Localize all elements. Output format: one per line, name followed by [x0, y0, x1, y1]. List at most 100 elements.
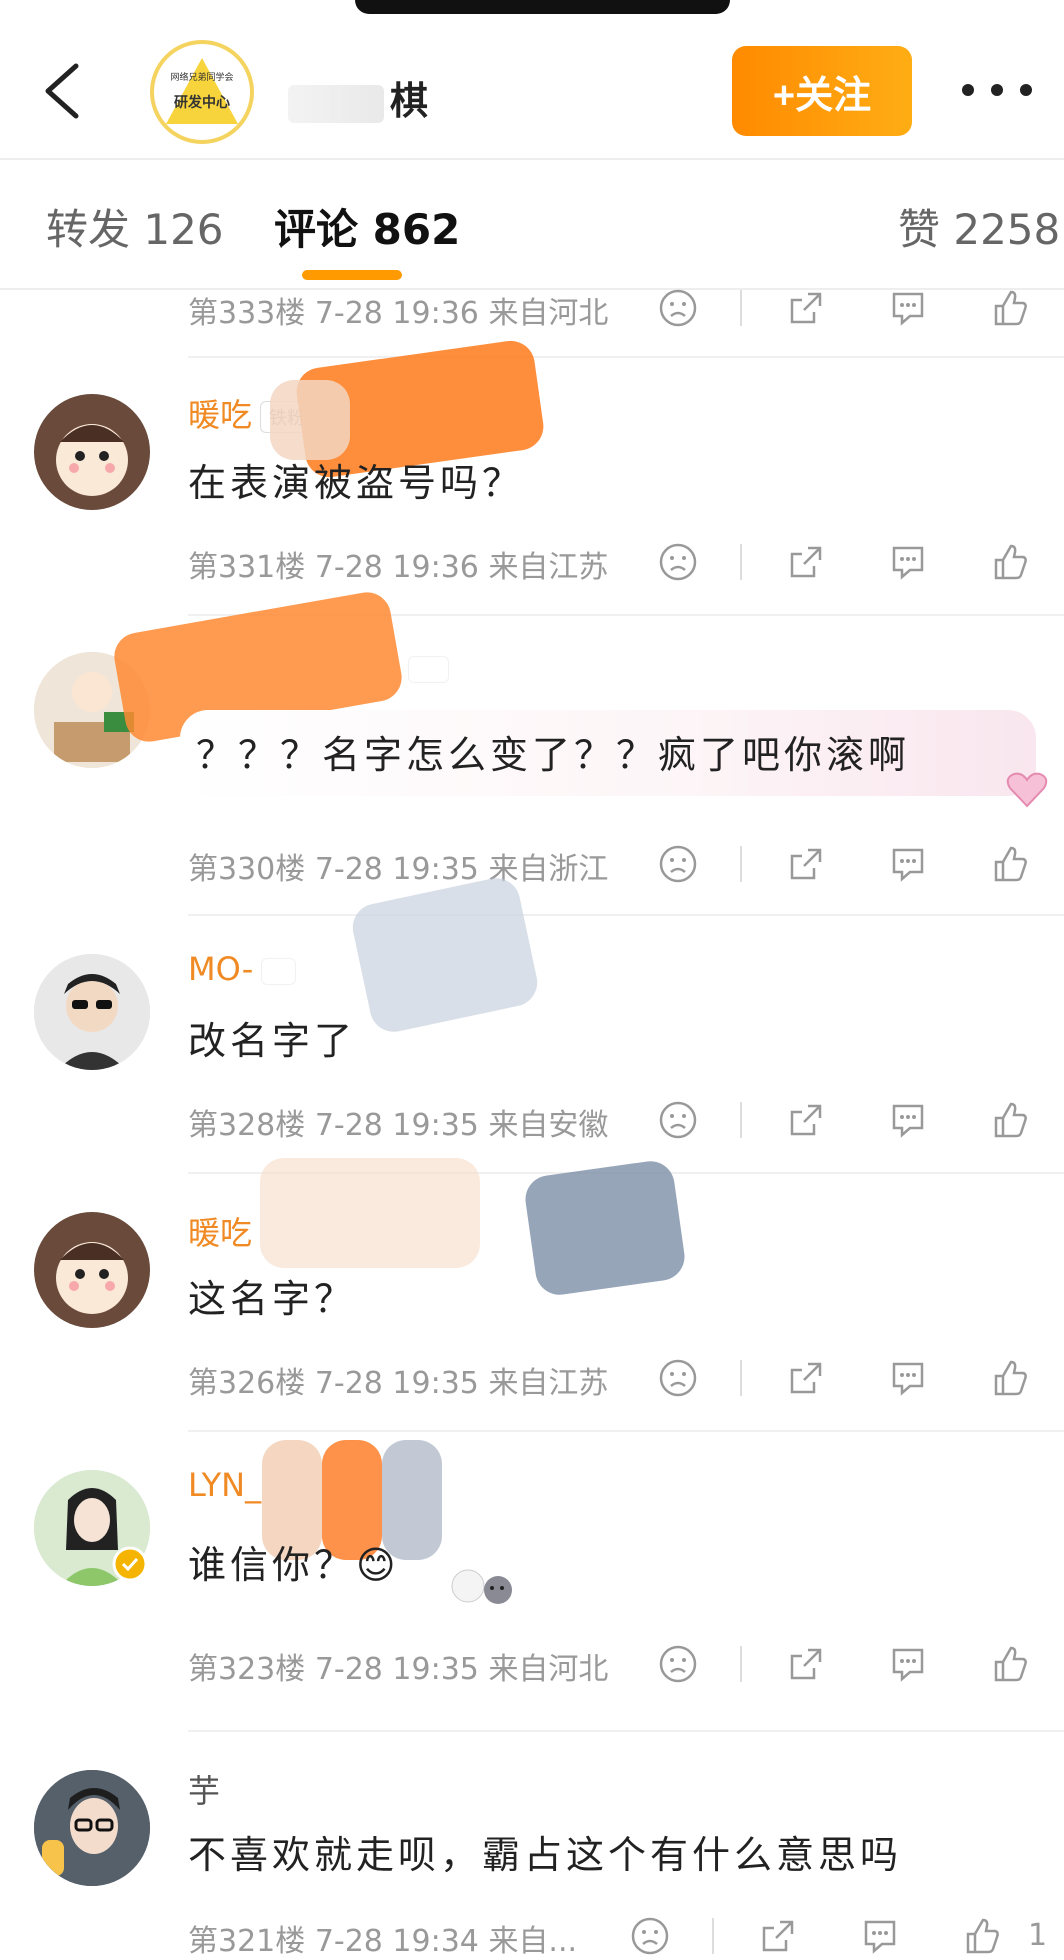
redaction-scribble [270, 380, 350, 460]
comment-text: 在表演被盗号吗？ [188, 461, 525, 505]
floor-number: 第328楼 [188, 1108, 306, 1143]
comment-item: 芋 不喜欢就走呗，霸占这个有什么意思吗 第321楼 7-28 19:34 来自.… [0, 1766, 1064, 1959]
comment-time: 7-28 19:36 [314, 296, 479, 331]
tab-comments[interactable]: 评论 862 [274, 196, 460, 257]
chevron-left-icon[interactable] [40, 62, 86, 120]
comment-text: 改名字了 [188, 1019, 357, 1063]
sad-face-icon[interactable] [630, 1916, 670, 1956]
sad-face-icon[interactable] [658, 542, 698, 582]
comment-icon[interactable] [888, 1100, 928, 1140]
share-icon[interactable] [786, 288, 826, 328]
share-icon[interactable] [786, 1358, 826, 1398]
comment-item: 暖吃铁粉 在表演被盗号吗？ 第331楼 7-28 19:36 来自江苏 [0, 337, 1064, 616]
comment-icon[interactable] [888, 844, 928, 884]
divider [740, 1102, 742, 1138]
username[interactable] [400, 648, 449, 686]
active-tab-indicator [302, 270, 402, 280]
tab-likes[interactable]: 赞 2258 [898, 196, 1060, 257]
divider [740, 290, 742, 326]
logo-triangle [166, 58, 238, 124]
comment-location: 来自... [488, 1924, 578, 1959]
thumbs-up-icon[interactable] [990, 1644, 1030, 1684]
username[interactable]: LYN_ [188, 1466, 261, 1504]
floor-number: 第330楼 [188, 852, 306, 887]
avatar[interactable] [34, 1212, 150, 1328]
redaction-scribble [522, 1158, 688, 1298]
account-name[interactable]: 棋 [288, 70, 428, 125]
sad-face-icon[interactable] [658, 844, 698, 884]
follow-button[interactable]: +关注 [732, 46, 912, 136]
comment-location: 来自河北 [488, 296, 609, 331]
comment-location: 来自河北 [488, 1652, 609, 1687]
header: 网络兄弟同学会 研发中心 棋 +关注 [0, 0, 1064, 160]
comment-location: 来自江苏 [488, 1366, 609, 1401]
floor-number: 第331楼 [188, 550, 306, 585]
divider [712, 1918, 714, 1954]
sad-face-icon[interactable] [658, 288, 698, 328]
thumbs-up-icon[interactable] [962, 1916, 1002, 1956]
thumbs-up-icon[interactable] [990, 844, 1030, 884]
share-icon[interactable] [786, 1644, 826, 1684]
redaction-scribble [260, 1158, 480, 1268]
comment-item: 暖吃 这名字？ 第326楼 7-28 19:35 来自江苏 [0, 1158, 1064, 1432]
verified-badge-icon [112, 1546, 148, 1582]
comment-item: ？？？名字怎么变了？？疯了吧你滚啊 第330楼 7-28 19:35 来自浙江 [0, 588, 1064, 918]
row-divider [188, 1430, 1064, 1432]
thumbs-up-icon[interactable] [990, 288, 1030, 328]
comment-meta: 第333楼 7-28 19:36 来自河北 [188, 288, 608, 332]
comment-meta: 第328楼 7-28 19:35 来自安徽 [188, 1100, 608, 1144]
comment-item: MO- 改名字了 第328楼 7-28 19:35 来自安徽 [0, 873, 1064, 1174]
divider [740, 846, 742, 882]
avatar[interactable] [34, 954, 150, 1070]
comment-text: 谁信你？😊 [188, 1543, 400, 1587]
share-icon[interactable] [786, 542, 826, 582]
comment-icon[interactable] [888, 1644, 928, 1684]
thumbs-up-icon[interactable] [990, 542, 1030, 582]
tab-repost[interactable]: 转发 126 [46, 196, 224, 257]
bear-sticker-icon [451, 1569, 512, 1604]
comment-time: 7-28 19:34 [314, 1924, 479, 1959]
sad-face-icon[interactable] [658, 1100, 698, 1140]
thumbs-up-icon[interactable] [990, 1100, 1030, 1140]
comment-time: 7-28 19:35 [314, 852, 479, 887]
row-divider [188, 914, 1064, 916]
share-icon[interactable] [758, 1916, 798, 1956]
comment-icon[interactable] [860, 1916, 900, 1956]
comment-time: 7-28 19:35 [314, 1108, 479, 1143]
row-divider [188, 356, 1064, 358]
logo-small-text: 网络兄弟同学会 [170, 73, 234, 83]
share-icon[interactable] [786, 844, 826, 884]
logo-text: 研发中心 [174, 95, 230, 111]
account-name-text: 棋 [390, 79, 429, 123]
comment-meta: 第330楼 7-28 19:35 来自浙江 [188, 844, 608, 888]
sad-face-icon[interactable] [658, 1358, 698, 1398]
comment-icon[interactable] [888, 288, 928, 328]
username[interactable]: 暖吃 [188, 1208, 252, 1254]
username[interactable]: MO- [188, 950, 297, 988]
username[interactable]: 芋 [188, 1766, 220, 1812]
comment-text: 这名字？ [188, 1277, 357, 1321]
account-avatar[interactable]: 网络兄弟同学会 研发中心 [150, 40, 254, 144]
comment-time: 7-28 19:35 [314, 1366, 479, 1401]
thumbs-up-icon[interactable] [990, 1358, 1030, 1398]
divider [740, 544, 742, 580]
comment-icon[interactable] [888, 1358, 928, 1398]
share-icon[interactable] [786, 1100, 826, 1140]
comment-item: 第333楼 7-28 19:36 来自河北 [0, 288, 1064, 358]
more-dots-icon[interactable] [962, 78, 1032, 102]
comment-meta: 第321楼 7-28 19:34 来自... [188, 1916, 577, 1960]
comment-time: 7-28 19:35 [314, 1652, 479, 1687]
avatar[interactable] [34, 394, 150, 510]
comment-meta: 第331楼 7-28 19:36 来自江苏 [188, 542, 608, 586]
comment-item: LYN_ 谁信你？😊 第323楼 7-28 19:35 来自河北 [0, 1440, 1064, 1732]
floor-number: 第323楼 [188, 1652, 306, 1687]
divider [740, 1646, 742, 1682]
sad-face-icon[interactable] [658, 1644, 698, 1684]
comment-location: 来自江苏 [488, 550, 609, 585]
tab-bar: 转发 126 评论 862 赞 2258 [0, 160, 1064, 290]
comment-icon[interactable] [888, 542, 928, 582]
comment-meta: 第326楼 7-28 19:35 来自江苏 [188, 1358, 608, 1402]
floor-number: 第333楼 [188, 296, 306, 331]
avatar[interactable] [34, 1770, 150, 1886]
comment-meta: 第323楼 7-28 19:35 来自河北 [188, 1644, 608, 1688]
